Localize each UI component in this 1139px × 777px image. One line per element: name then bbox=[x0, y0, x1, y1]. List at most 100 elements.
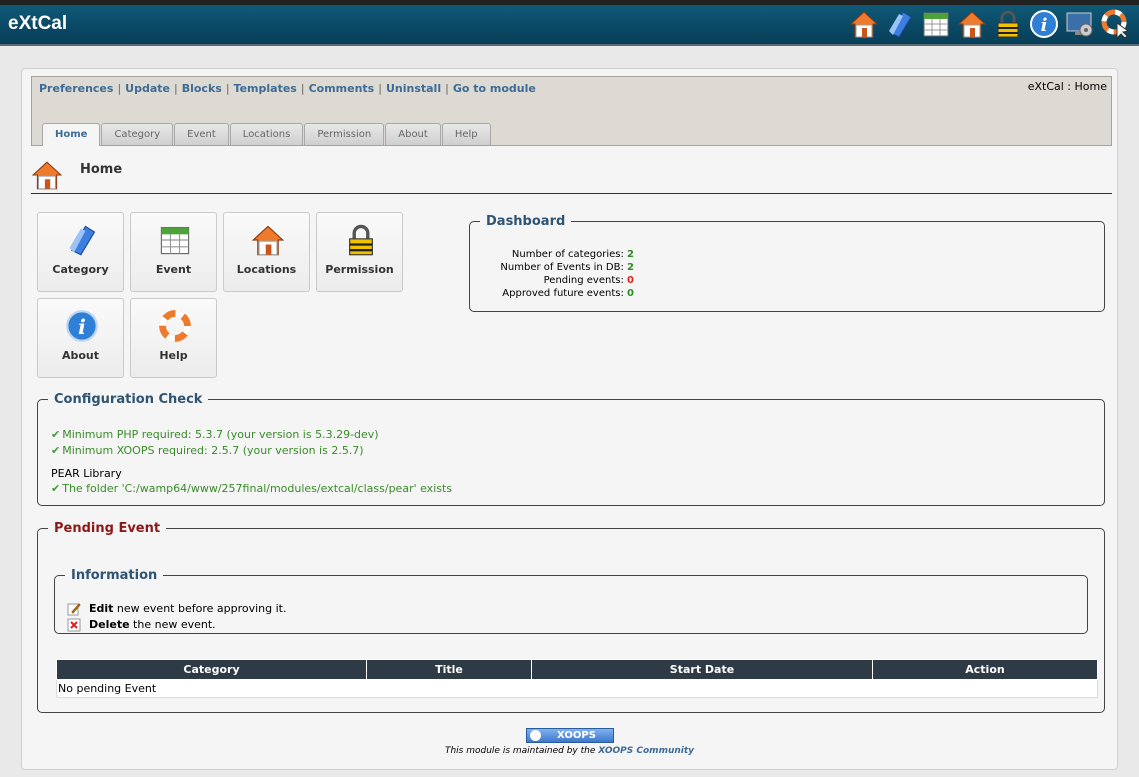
locations-button-label: Locations bbox=[236, 263, 297, 276]
dashboard-row: Pending events: 0 bbox=[544, 275, 634, 286]
php-check-text: Minimum PHP required: 5.3.7 (your versio… bbox=[62, 428, 379, 441]
help-cursor-icon[interactable] bbox=[1101, 9, 1131, 39]
tab-locations[interactable]: Locations bbox=[229, 123, 304, 145]
dashboard-row: Number of Events in DB: 2 bbox=[500, 262, 634, 273]
locations-button[interactable]: Locations bbox=[223, 212, 310, 292]
information-panel: Information Edit new event before approv… bbox=[54, 568, 1088, 634]
table-header-row: Category Title Start Date Action bbox=[56, 659, 1098, 680]
permission-button-label: Permission bbox=[325, 263, 394, 276]
configuration-check-title: Configuration Check bbox=[54, 392, 203, 407]
dashboard-panel: Dashboard Number of categories: 2 Number… bbox=[469, 214, 1105, 312]
calendar-icon[interactable] bbox=[921, 9, 951, 39]
tab-help[interactable]: Help bbox=[441, 123, 491, 145]
comments-link[interactable]: Comments bbox=[309, 82, 375, 95]
check-icon: ✔ bbox=[51, 444, 61, 457]
xoops-badge[interactable]: XOOPS bbox=[525, 728, 614, 743]
go-to-module-link[interactable]: Go to module bbox=[453, 82, 536, 95]
top-toolbar: i bbox=[849, 9, 1131, 39]
column-header-action[interactable]: Action bbox=[872, 659, 1098, 680]
event-button-label: Event bbox=[155, 263, 192, 276]
separator: | bbox=[378, 82, 382, 95]
tab-category[interactable]: Category bbox=[101, 123, 174, 145]
xoops-check: ✔ Minimum XOOPS required: 2.5.7 (your ver… bbox=[51, 444, 364, 457]
category-icon bbox=[69, 225, 96, 256]
admin-tabs: Home Category Event Locations Permission… bbox=[42, 123, 492, 146]
calendar-icon bbox=[160, 226, 190, 255]
delete-text: the new event. bbox=[129, 618, 216, 631]
pear-library-label: PEAR Library bbox=[51, 467, 122, 480]
app-title: eXtCal bbox=[8, 13, 68, 34]
column-header-start-date[interactable]: Start Date bbox=[531, 659, 873, 680]
page-title: Home bbox=[80, 162, 123, 177]
separator: | bbox=[225, 82, 230, 95]
dashboard-row: Number of categories: 2 bbox=[512, 249, 634, 260]
admin-menu-bar: Preferences | Update | Blocks | Templates | Comm… bbox=[31, 76, 1112, 146]
admin-links: Preferences | Update | Blocks | Templates | Comm… bbox=[39, 82, 536, 95]
dashboard-label: Pending events: bbox=[543, 275, 624, 286]
tab-permission[interactable]: Permission bbox=[304, 123, 385, 145]
separator: | bbox=[445, 82, 449, 95]
category-icon[interactable] bbox=[885, 9, 915, 39]
dashboard-row: Approved future events: 0 bbox=[502, 288, 634, 299]
separator: | bbox=[300, 82, 305, 95]
page-header: Home bbox=[31, 159, 1112, 194]
content-panel: Preferences | Update | Blocks | Templates | Comm… bbox=[21, 68, 1118, 770]
event-button[interactable]: Event bbox=[130, 212, 217, 292]
locations-icon[interactable] bbox=[957, 9, 987, 39]
empty-message: No pending Event bbox=[56, 679, 1098, 698]
tab-home[interactable]: Home bbox=[42, 123, 101, 146]
dashboard-title: Dashboard bbox=[486, 214, 566, 229]
top-header: eXtCal i bbox=[0, 0, 1139, 46]
tab-about[interactable]: About bbox=[385, 123, 441, 145]
delete-info: Delete the new event. bbox=[67, 618, 216, 632]
about-button[interactable]: i About bbox=[37, 298, 124, 378]
pending-event-panel: Pending Event Information Edit new event… bbox=[37, 521, 1105, 713]
tab-event[interactable]: Event bbox=[174, 123, 229, 145]
help-button[interactable]: Help bbox=[130, 298, 217, 378]
preferences-link[interactable]: Preferences bbox=[39, 82, 113, 95]
category-button[interactable]: Category bbox=[37, 212, 124, 292]
dashboard-value: 2 bbox=[627, 249, 634, 260]
dashboard-value: 2 bbox=[627, 262, 634, 273]
xoops-check-text: Minimum XOOPS required: 2.5.7 (your vers… bbox=[62, 444, 364, 457]
pear-folder-check: ✔ The folder 'C:/wamp64/www/257final/modu… bbox=[51, 482, 452, 495]
lock-icon[interactable] bbox=[993, 9, 1023, 39]
info-icon: i bbox=[66, 310, 98, 342]
xoops-badge-label: XOOPS bbox=[557, 730, 596, 741]
column-header-title[interactable]: Title bbox=[366, 659, 532, 680]
permission-button[interactable]: Permission bbox=[316, 212, 403, 292]
uninstall-link[interactable]: Uninstall bbox=[386, 82, 441, 95]
system-icon[interactable] bbox=[1065, 9, 1095, 39]
home-icon bbox=[31, 161, 63, 190]
svg-text:i: i bbox=[1041, 15, 1048, 36]
dashboard-label: Number of categories: bbox=[511, 249, 624, 260]
table-row: No pending Event bbox=[56, 679, 1098, 698]
about-button-label: About bbox=[61, 349, 100, 362]
xoops-community-link[interactable]: XOOPS Community bbox=[598, 746, 694, 756]
edit-text: new event before approving it. bbox=[113, 602, 287, 615]
information-title: Information bbox=[71, 568, 158, 583]
check-icon: ✔ bbox=[51, 482, 61, 495]
globe-icon bbox=[529, 730, 541, 741]
blocks-link[interactable]: Blocks bbox=[182, 82, 222, 95]
edit-icon bbox=[67, 603, 81, 616]
footer: XOOPS This module is maintained by the X… bbox=[22, 728, 1117, 756]
home-icon[interactable] bbox=[849, 9, 879, 39]
info-icon[interactable]: i bbox=[1029, 9, 1059, 39]
dashboard-label: Number of Events in DB: bbox=[500, 262, 624, 273]
dashboard-label: Approved future events: bbox=[502, 288, 624, 299]
column-header-category[interactable]: Category bbox=[56, 659, 367, 680]
delete-icon bbox=[67, 618, 81, 632]
templates-link[interactable]: Templates bbox=[234, 82, 297, 95]
delete-label: Delete bbox=[89, 618, 130, 631]
lifebuoy-icon bbox=[159, 310, 191, 342]
pending-event-title: Pending Event bbox=[54, 521, 161, 536]
check-icon: ✔ bbox=[51, 428, 61, 441]
help-button-label: Help bbox=[159, 349, 188, 362]
breadcrumb: eXtCal : Home bbox=[1027, 80, 1107, 93]
configuration-check-panel: Configuration Check ✔ Minimum PHP require… bbox=[37, 392, 1105, 506]
pending-events-table: Category Title Start Date Action No pend… bbox=[56, 659, 1098, 698]
php-check: ✔ Minimum PHP required: 5.3.7 (your versi… bbox=[51, 428, 379, 441]
lock-icon bbox=[349, 224, 373, 256]
update-link[interactable]: Update bbox=[125, 82, 170, 95]
